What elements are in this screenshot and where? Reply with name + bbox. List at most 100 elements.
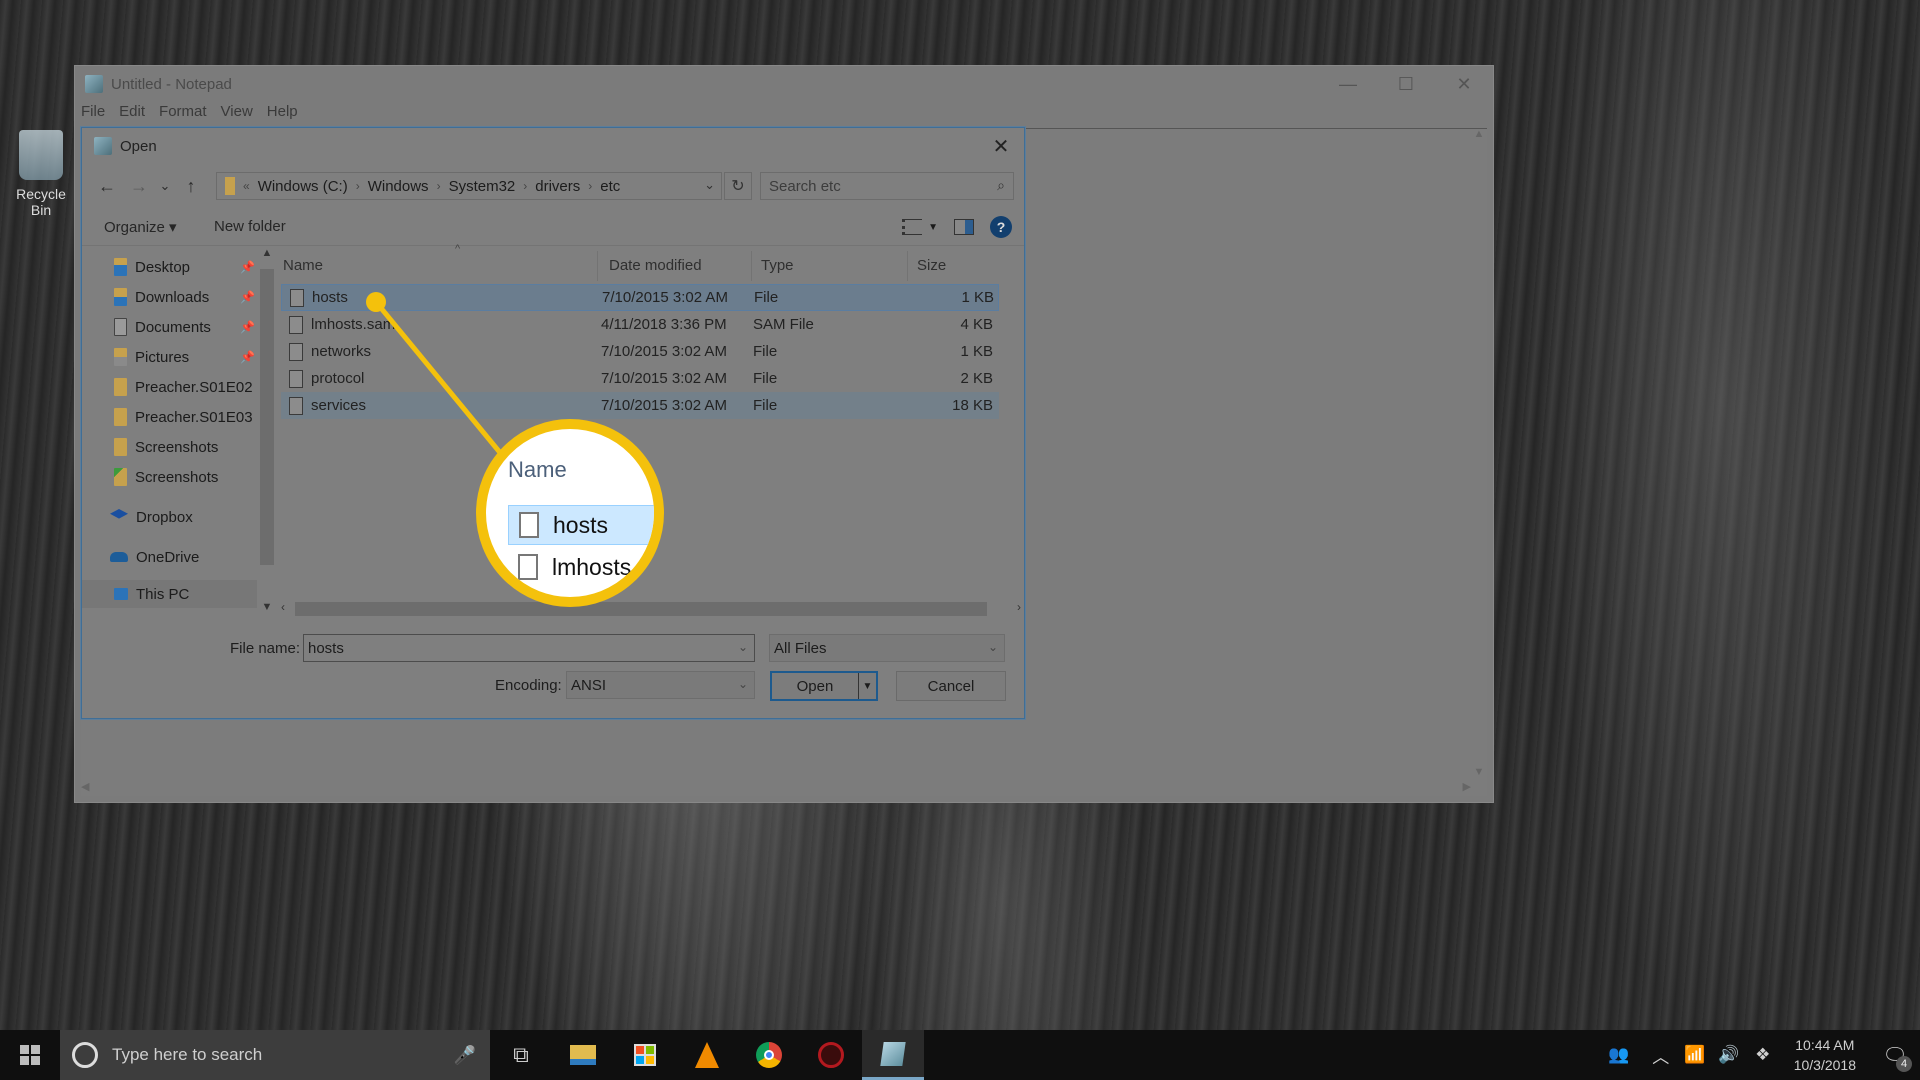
view-options-dropdown-icon[interactable]: ▼ [928,222,938,233]
action-center-button[interactable]: 🗨 4 [1870,1030,1920,1080]
nav-item-dropbox[interactable]: Dropbox [82,503,259,531]
scroll-left-arrow-icon[interactable]: ‹ [281,600,285,614]
nav-item-screenshots[interactable]: Screenshots [82,433,259,461]
microphone-icon[interactable]: 🎤 [454,1045,476,1066]
encoding-select[interactable]: ANSI ⌄ [566,671,755,699]
up-arrow-icon[interactable]: ↑ [178,174,204,198]
network-wifi-icon[interactable]: 📶 [1678,1045,1712,1065]
show-hidden-icons-chevron-icon[interactable]: ︿ [1644,1043,1678,1068]
breadcrumb-windows-c[interactable]: Windows (C:) [258,178,348,195]
menu-file[interactable]: File [81,103,105,125]
recent-locations-chevron-icon[interactable]: ⌄ [152,174,178,198]
scrollbar-thumb[interactable] [295,602,987,616]
nav-item-preacher-s01e03[interactable]: Preacher.S01E03 [82,403,259,431]
file-name-input[interactable]: hosts ⌄ [303,634,755,662]
column-divider[interactable] [597,251,598,281]
nav-item-label: Downloads [135,288,210,306]
help-icon[interactable]: ? [990,216,1012,238]
file-explorer-icon[interactable] [552,1030,614,1080]
maximize-button[interactable]: ☐ [1377,66,1435,102]
scroll-up-arrow-icon[interactable]: ▲ [259,247,275,259]
chevron-down-icon[interactable]: ⌄ [738,640,748,654]
search-icon[interactable]: ⌕ [997,177,1005,194]
refresh-icon[interactable]: ↻ [724,172,752,200]
notepad-horizontal-scrollbar[interactable]: ◀ ▶ [81,780,1471,796]
pin-icon[interactable]: 📌 [240,290,255,304]
nav-item-downloads[interactable]: Downloads 📌 [82,283,259,311]
nav-item-pictures[interactable]: Pictures 📌 [82,343,259,371]
menu-view[interactable]: View [221,103,253,125]
scroll-down-arrow-icon[interactable]: ▼ [259,601,275,613]
cancel-button[interactable]: Cancel [896,671,1006,701]
nav-item-preacher-s01e02[interactable]: Preacher.S01E02 [82,373,259,401]
pin-icon[interactable]: 📌 [240,260,255,274]
nav-item-documents[interactable]: Documents 📌 [82,313,259,341]
file-row-services[interactable]: services 7/10/2015 3:02 AM File 18 KB [281,392,999,419]
close-button[interactable]: ✕ [1435,66,1493,102]
menu-help[interactable]: Help [267,103,298,125]
pin-icon[interactable]: 📌 [240,320,255,334]
column-header-size[interactable]: Size [917,257,946,274]
nav-item-screenshots-synced[interactable]: Screenshots [82,463,259,491]
clock[interactable]: 10:44 AM 10/3/2018 [1794,1035,1856,1075]
scroll-right-arrow-icon[interactable]: › [1017,600,1021,614]
back-arrow-icon[interactable]: ← [94,174,120,198]
antivirus-icon[interactable] [800,1030,862,1080]
nav-item-this-pc[interactable]: This PC [82,580,257,608]
file-list-horizontal-scrollbar[interactable]: ‹ › [277,600,1021,616]
file-row-protocol[interactable]: protocol 7/10/2015 3:02 AM File 2 KB [281,365,999,392]
sort-ascending-icon: ^ [455,243,461,255]
column-divider[interactable] [907,251,908,281]
nav-item-onedrive[interactable]: OneDrive [82,543,259,571]
file-row-hosts[interactable]: hosts 7/10/2015 3:02 AM File 1 KB [281,284,999,311]
open-button[interactable]: Open ▼ [770,671,878,701]
file-icon [289,396,303,415]
encoding-value: ANSI [571,676,607,694]
dropbox-tray-icon[interactable]: ❖ [1746,1045,1780,1065]
address-dropdown-chevron-icon[interactable]: ⌄ [704,177,715,193]
notepad-taskbar-icon[interactable] [862,1030,924,1080]
breadcrumb-etc[interactable]: etc [600,178,620,195]
open-options-dropdown-icon[interactable]: ▼ [858,673,876,699]
minimize-button[interactable]: — [1319,66,1377,102]
file-type: File [753,343,778,360]
breadcrumb-windows[interactable]: Windows [368,178,429,195]
column-header-name[interactable]: Name [283,257,323,274]
column-divider[interactable] [751,251,752,281]
task-view-icon[interactable]: ⧉ [490,1030,552,1080]
file-type-select[interactable]: All Files ⌄ [769,634,1005,662]
nav-item-desktop[interactable]: Desktop 📌 [82,253,259,281]
details-view-icon[interactable] [902,219,923,235]
vlc-icon[interactable] [676,1030,738,1080]
column-header-type[interactable]: Type [761,257,794,274]
file-icon [289,315,303,334]
preview-pane-icon[interactable] [954,219,974,235]
recycle-bin-label: Recycle Bin [16,186,66,218]
menu-format[interactable]: Format [159,103,207,125]
dialog-close-button[interactable]: ✕ [978,128,1024,164]
menu-edit[interactable]: Edit [119,103,145,125]
volume-icon[interactable]: 🔊 [1712,1045,1746,1065]
organize-menu-button[interactable]: Organize ▾ [104,218,177,236]
taskbar-search-box[interactable]: Type here to search 🎤 [60,1030,490,1080]
breadcrumb-overflow[interactable]: « [243,179,250,193]
file-name: protocol [311,370,365,387]
start-button[interactable] [0,1030,60,1080]
navigation-pane-scrollbar[interactable]: ▲ ▼ [259,247,275,613]
pin-icon[interactable]: 📌 [240,350,255,364]
forward-arrow-icon[interactable]: → [126,174,152,198]
address-bar[interactable]: « Windows (C:) › Windows › System32 › dr… [216,172,722,200]
file-row-networks[interactable]: networks 7/10/2015 3:02 AM File 1 KB [281,338,999,365]
new-folder-button[interactable]: New folder [214,218,286,235]
notepad-vertical-scrollbar[interactable]: ▲ ▼ [1471,128,1487,778]
chrome-icon[interactable] [738,1030,800,1080]
file-row-lmhosts[interactable]: lmhosts.sam 4/11/2018 3:36 PM SAM File 4… [281,311,999,338]
breadcrumb-system32[interactable]: System32 [449,178,516,195]
microsoft-store-icon[interactable] [614,1030,676,1080]
column-header-date-modified[interactable]: Date modified [609,257,702,274]
recycle-bin-desktop-icon[interactable]: Recycle Bin [6,130,76,218]
scrollbar-thumb[interactable] [260,269,274,565]
people-icon[interactable]: 👥 [1602,1045,1636,1065]
breadcrumb-drivers[interactable]: drivers [535,178,580,195]
search-input[interactable]: Search etc ⌕ [760,172,1014,200]
